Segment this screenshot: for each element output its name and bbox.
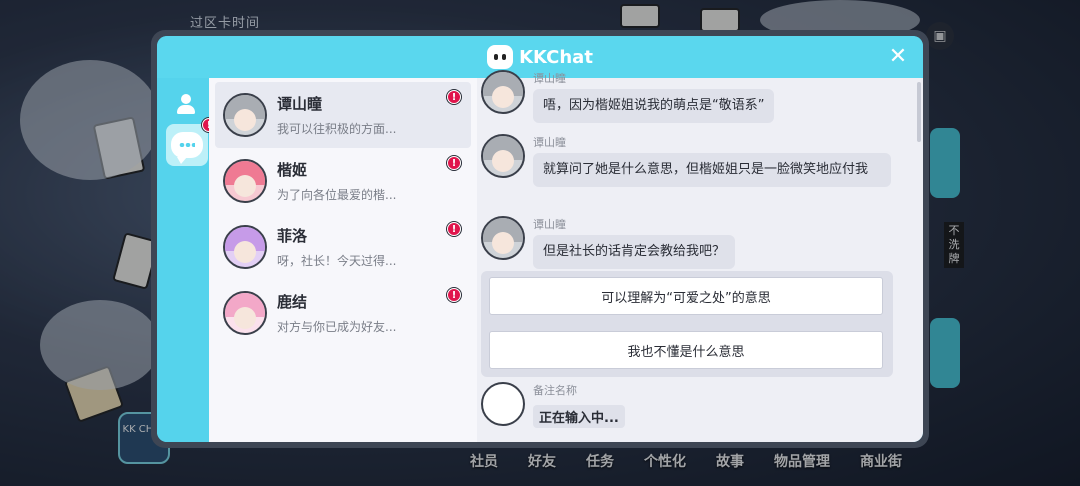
contact-preview: 呀，社长！今天过得... [277,254,397,268]
alert-icon: ! [447,222,461,236]
contact-name: 菲洛 [277,227,308,245]
reply-option-button[interactable]: 可以理解为“可爱之处”的意思 [489,277,883,315]
contact-preview: 对方与你已成为好友... [277,320,397,334]
chat-scrollbar[interactable] [917,82,921,142]
contact-preview: 为了向各位最爱的楷... [277,188,397,202]
avatar [481,70,525,114]
kkchat-dialog: KKChat ✕ ! 谭山瞳 我可以往积极的方面... ! [151,30,929,448]
message-sender: 谭山瞳 [533,72,566,85]
chat-tab[interactable]: ! [166,118,216,166]
contact-item[interactable]: 鹿结 对方与你已成为好友... ! [215,280,471,346]
person-icon [175,93,197,115]
app-title-group: KKChat [487,45,593,69]
dialog-body: KKChat ✕ ! 谭山瞳 我可以往积极的方面... ! [157,36,923,442]
message-bubble: 但是社长的话肯定会教给我吧？ [533,235,736,269]
typing-indicator: 正在输入中... [533,405,625,428]
contact-name: 楷姬 [277,161,308,179]
reply-option-button[interactable]: 我也不懂是什么意思 [489,331,883,369]
chat-message: 谭山瞳 但是社长的话肯定会教给我吧？ [481,216,736,269]
chat-message: 谭山瞳 唔，因为楷姬姐说我的萌点是“敬语系” [481,70,775,123]
chat-panel: 谭山瞳 唔，因为楷姬姐说我的萌点是“敬语系” 谭山瞳 就算问了她是什么意思，但楷… [477,70,923,442]
self-avatar [481,382,525,426]
chat-bubble-icon [171,132,203,164]
avatar [223,225,267,269]
close-button[interactable]: ✕ [885,44,911,70]
message-sender: 谭山瞳 [533,136,566,149]
contact-list: 谭山瞳 我可以往积极的方面... ! 楷姬 为了向各位最爱的楷... ! 菲洛 … [209,78,477,442]
app-title: KKChat [519,46,593,68]
contact-preview: 我可以往积极的方面... [277,122,397,136]
contact-name: 谭山瞳 [277,95,323,113]
contact-name: 鹿结 [277,293,308,311]
alert-icon: ! [447,288,461,302]
reply-options: 可以理解为“可爱之处”的意思 我也不懂是什么意思 [481,271,893,377]
message-bubble: 唔，因为楷姬姐说我的萌点是“敬语系” [533,89,775,123]
contact-item[interactable]: 菲洛 呀，社长！今天过得... ! [215,214,471,280]
kkchat-logo-icon [487,45,514,69]
typing-row: 备注名称 正在输入中... [481,382,625,428]
self-name-label: 备注名称 [533,384,577,397]
message-bubble: 就算问了她是什么意思，但楷姬姐只是一脸微笑地应付我 [533,153,891,187]
avatar [481,216,525,260]
message-sender: 谭山瞳 [533,218,566,231]
avatar [481,134,525,178]
avatar [223,159,267,203]
alert-icon: ! [447,90,461,104]
avatar [223,93,267,137]
side-rail: ! [157,78,216,442]
chat-message: 谭山瞳 就算问了她是什么意思，但楷姬姐只是一脸微笑地应付我 [481,134,891,187]
contact-item[interactable]: 楷姬 为了向各位最爱的楷... ! [215,148,471,214]
friends-tab[interactable] [166,86,206,122]
alert-icon: ! [447,156,461,170]
contact-item[interactable]: 谭山瞳 我可以往积极的方面... ! [215,82,471,148]
avatar [223,291,267,335]
